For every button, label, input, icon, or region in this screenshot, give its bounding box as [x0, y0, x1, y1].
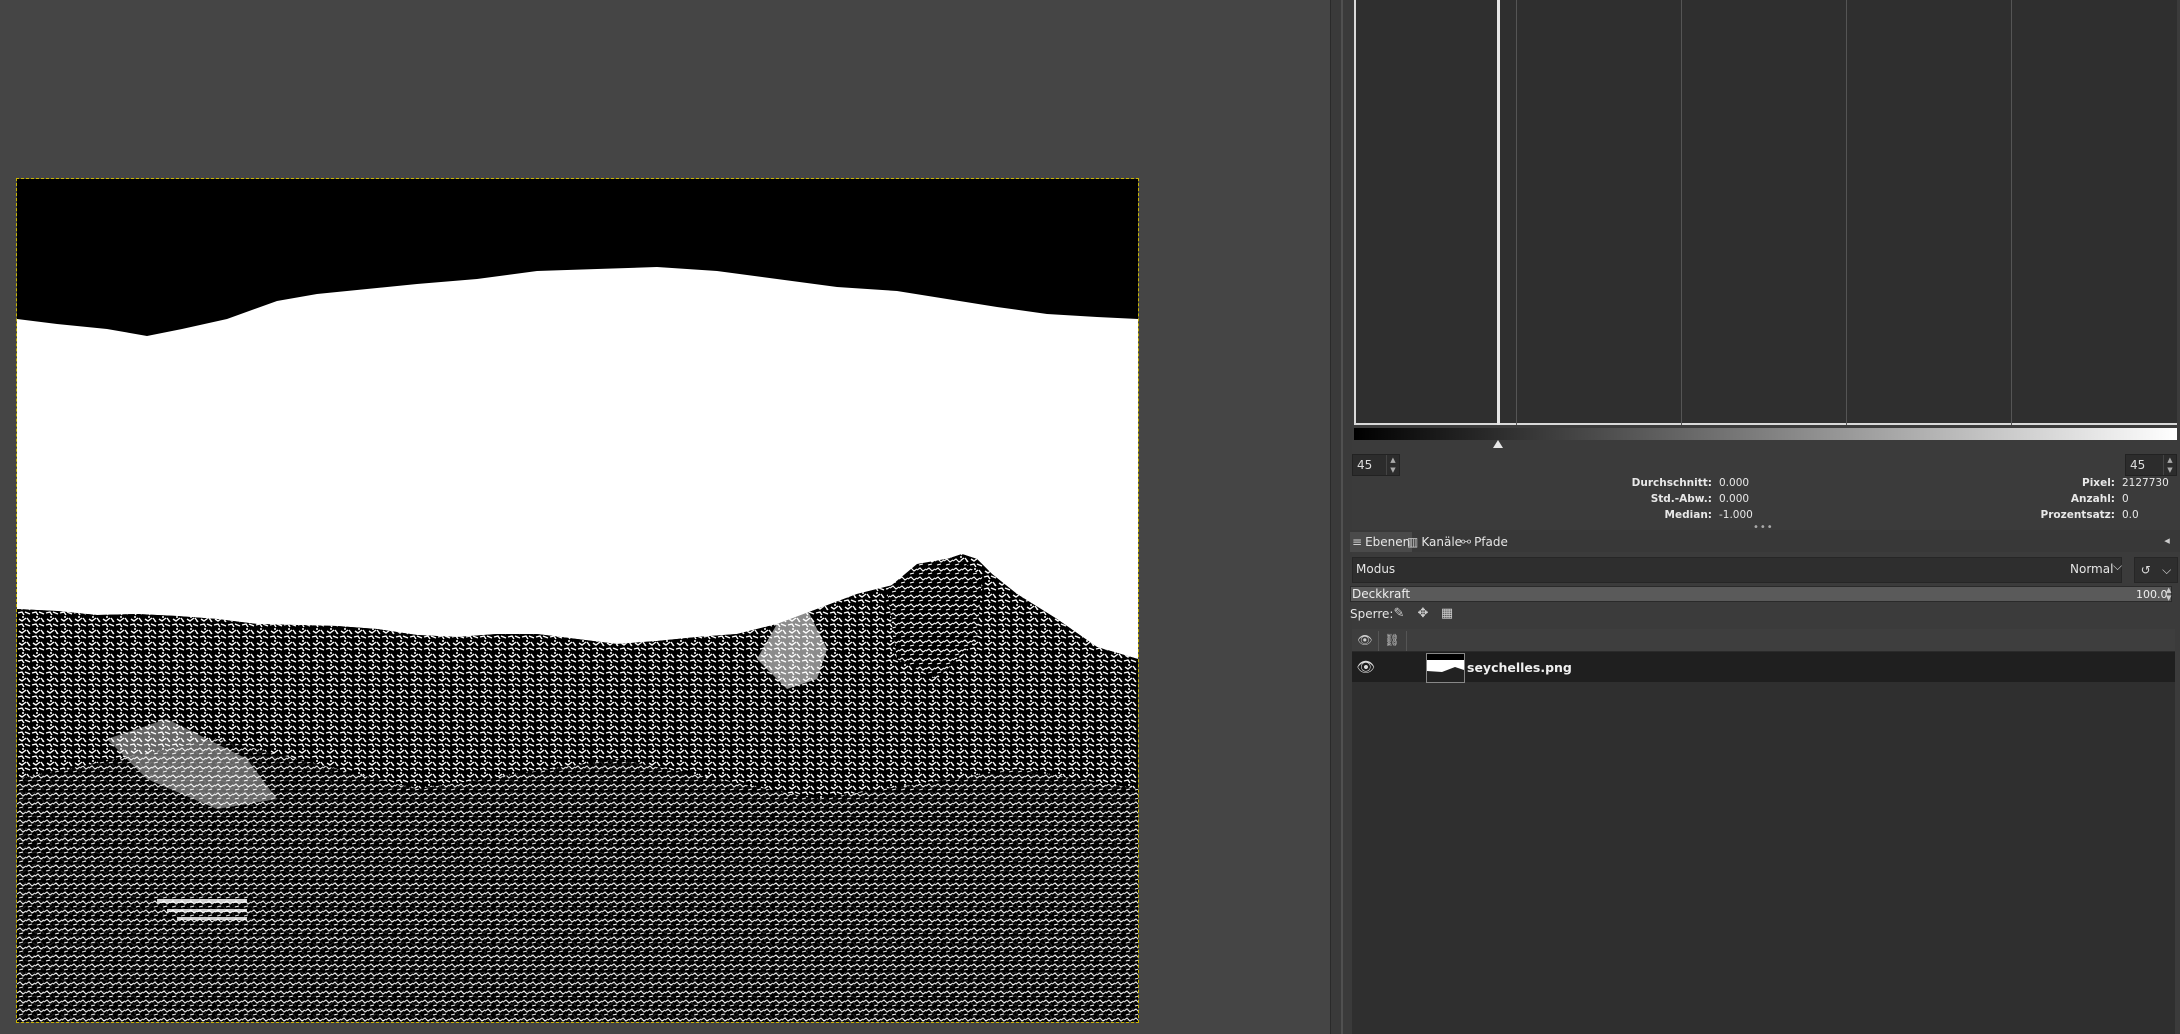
- lock-label: Sperre:: [1350, 607, 1394, 621]
- lock-pixels-icon[interactable]: ✎: [1390, 605, 1408, 623]
- spin-arrows-icon[interactable]: ▲ ▼: [2163, 455, 2176, 475]
- stat-label-median: Median:: [1664, 509, 1712, 521]
- stat-label-percentage: Prozentsatz:: [2040, 509, 2115, 521]
- spin-arrows-icon[interactable]: ▲ ▼: [2166, 586, 2171, 602]
- header-divider: [1406, 631, 1407, 651]
- histogram-grid-line: [1681, 0, 1682, 425]
- range-low-input[interactable]: 45 ▲ ▼: [1352, 454, 1400, 476]
- histogram-view[interactable]: [1354, 0, 2177, 425]
- opacity-value: 100.0: [2136, 588, 2168, 601]
- range-low-value: 45: [1357, 458, 1373, 472]
- stat-label-pixels: Pixel:: [2082, 477, 2115, 489]
- channels-icon: ▥: [1407, 535, 1419, 549]
- header-divider: [1378, 631, 1379, 651]
- reset-icon: ↺: [2140, 563, 2151, 577]
- stat-value-median: -1.000: [1719, 509, 1753, 521]
- stat-label-mean: Durchschnitt:: [1631, 477, 1712, 489]
- chevron-down-icon[interactable]: ⌵: [2113, 559, 2122, 574]
- histogram-range-marker[interactable]: [1497, 0, 1500, 425]
- mode-select[interactable]: [1352, 557, 2122, 583]
- lock-alpha-icon[interactable]: ▦: [1438, 605, 1456, 623]
- threshold-image: [17, 179, 1138, 1022]
- range-high-input[interactable]: 45 ▲ ▼: [2125, 454, 2177, 476]
- tab-label: Pfade: [1474, 535, 1508, 549]
- mode-label: Modus: [1356, 562, 1396, 576]
- stat-value-pixels: 2127730: [2122, 477, 2169, 489]
- stat-value-count: 0: [2122, 493, 2129, 505]
- mode-value: Normal: [2070, 562, 2114, 576]
- stat-value-percentage: 0.0: [2122, 509, 2139, 521]
- visibility-header-icon: 👁: [1357, 633, 1373, 647]
- chevron-down-icon: ⌵: [2162, 562, 2172, 577]
- histogram-grid-line: [1516, 0, 1517, 425]
- thumbnail-image: [1427, 654, 1464, 682]
- layers-icon: ≡: [1352, 535, 1363, 549]
- panel-splitter[interactable]: [1330, 0, 1354, 1034]
- image-canvas[interactable]: [16, 178, 1139, 1023]
- layer-thumbnail[interactable]: [1426, 653, 1465, 683]
- chain-header-icon: ⛓: [1384, 633, 1400, 647]
- lock-position-icon[interactable]: ✥: [1414, 605, 1432, 623]
- tab-label: Ebenen: [1365, 535, 1411, 549]
- stat-label-count: Anzahl:: [2070, 493, 2115, 505]
- mode-reset-button[interactable]: ↺ ⌵: [2134, 557, 2178, 583]
- stat-label-stddev: Std.-Abw.:: [1650, 493, 1712, 505]
- layers-list-header: [1352, 629, 2175, 652]
- layers-list[interactable]: [1352, 652, 2175, 1034]
- tab-channels[interactable]: ▥ Kanäle: [1405, 532, 1464, 552]
- tab-label: Kanäle: [1421, 535, 1463, 549]
- paths-icon: ⚯: [1461, 535, 1472, 549]
- opacity-slider[interactable]: [1350, 586, 2172, 602]
- tab-layers[interactable]: ≡ Ebenen: [1350, 532, 1413, 552]
- range-high-value: 45: [2130, 458, 2146, 472]
- histogram-gradient-bar[interactable]: [1354, 428, 2177, 440]
- histogram-grid-line: [1846, 0, 1847, 425]
- dock-menu-icon[interactable]: ◂: [2160, 534, 2174, 548]
- stat-value-stddev: 0.000: [1719, 493, 1750, 505]
- opacity-label: Deckkraft: [1352, 587, 1411, 601]
- histogram-grid-line: [2011, 0, 2012, 425]
- layer-name: seychelles.png: [1467, 660, 1572, 675]
- tab-paths[interactable]: ⚯ Pfade: [1459, 532, 1510, 552]
- spin-arrows-icon[interactable]: ▲ ▼: [1386, 455, 1399, 475]
- range-handle[interactable]: [1493, 440, 1503, 448]
- eye-icon[interactable]: 👁: [1356, 657, 1376, 677]
- stat-value-mean: 0.000: [1719, 477, 1750, 489]
